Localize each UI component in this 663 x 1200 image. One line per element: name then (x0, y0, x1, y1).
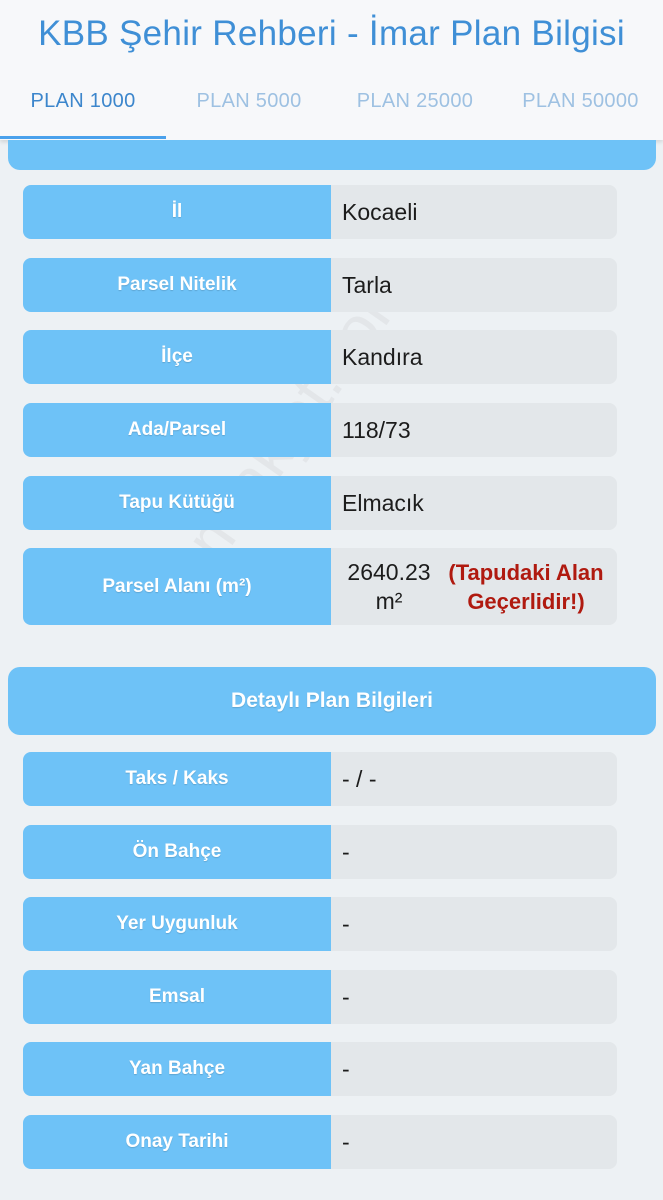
row-value: - (331, 1115, 617, 1169)
app-header: KBB Şehir Rehberi - İmar Plan Bilgisi PL… (0, 0, 663, 140)
row-label: Yan Bahçe (23, 1042, 331, 1096)
row-label: Ön Bahçe (23, 825, 331, 879)
row-label: Taks / Kaks (23, 752, 331, 806)
row-value: - (331, 897, 617, 951)
row-value: Kocaeli (331, 185, 617, 239)
page-title: KBB Şehir Rehberi - İmar Plan Bilgisi (38, 14, 625, 53)
tab-plan-1000[interactable]: PLAN 1000 (0, 78, 166, 140)
row-label: Parsel Alanı (m²) (23, 548, 331, 625)
row-value: - / - (331, 752, 617, 806)
tab-plan-5000[interactable]: PLAN 5000 (166, 78, 332, 140)
detail-row-onay-tarihi: Onay Tarihi - (23, 1115, 617, 1169)
row-label: İl (23, 185, 331, 239)
row-label: Yer Uygunluk (23, 897, 331, 951)
parcel-area-value: 2640.23 m² (347, 558, 431, 614)
info-row-parsel-nitelik: Parsel Nitelik Tarla (23, 258, 617, 312)
detail-row-on-bahce: Ön Bahçe - (23, 825, 617, 879)
row-label: İlçe (23, 330, 331, 384)
active-tab-indicator (0, 136, 166, 139)
row-label: Tapu Kütüğü (23, 476, 331, 530)
row-value: 2640.23 m² (Tapudaki Alan Geçerlidir!) (331, 548, 617, 625)
title-deed-warning: (Tapudaki Alan Geçerlidir!) (448, 559, 604, 614)
row-label: Ada/Parsel (23, 403, 331, 457)
info-row-tapu-kutugu: Tapu Kütüğü Elmacık (23, 476, 617, 530)
row-label: Emsal (23, 970, 331, 1024)
info-row-il: İl Kocaeli (23, 185, 617, 239)
row-value: 118/73 (331, 403, 617, 457)
detail-section-title: Detaylı Plan Bilgileri (8, 667, 656, 735)
row-label: Parsel Nitelik (23, 258, 331, 312)
section-header-band (8, 140, 656, 170)
row-label: Onay Tarihi (23, 1115, 331, 1169)
plan-tabs: PLAN 1000 PLAN 5000 PLAN 25000 PLAN 5000… (0, 78, 663, 140)
detail-row-yan-bahce: Yan Bahçe - (23, 1042, 617, 1096)
detail-row-taks-kaks: Taks / Kaks - / - (23, 752, 617, 806)
row-value: Kandıra (331, 330, 617, 384)
row-value: - (331, 825, 617, 879)
info-row-ilce: İlçe Kandıra (23, 330, 617, 384)
row-value: Tarla (331, 258, 617, 312)
detail-row-emsal: Emsal - (23, 970, 617, 1024)
tab-plan-50000[interactable]: PLAN 50000 (498, 78, 663, 140)
row-value: - (331, 970, 617, 1024)
detail-row-yer-uygunluk: Yer Uygunluk - (23, 897, 617, 951)
row-value: - (331, 1042, 617, 1096)
info-row-parsel-alani: Parsel Alanı (m²) 2640.23 m² (Tapudaki A… (23, 548, 617, 625)
tab-plan-25000[interactable]: PLAN 25000 (332, 78, 498, 140)
row-value: Elmacık (331, 476, 617, 530)
info-row-ada-parsel: Ada/Parsel 118/73 (23, 403, 617, 457)
